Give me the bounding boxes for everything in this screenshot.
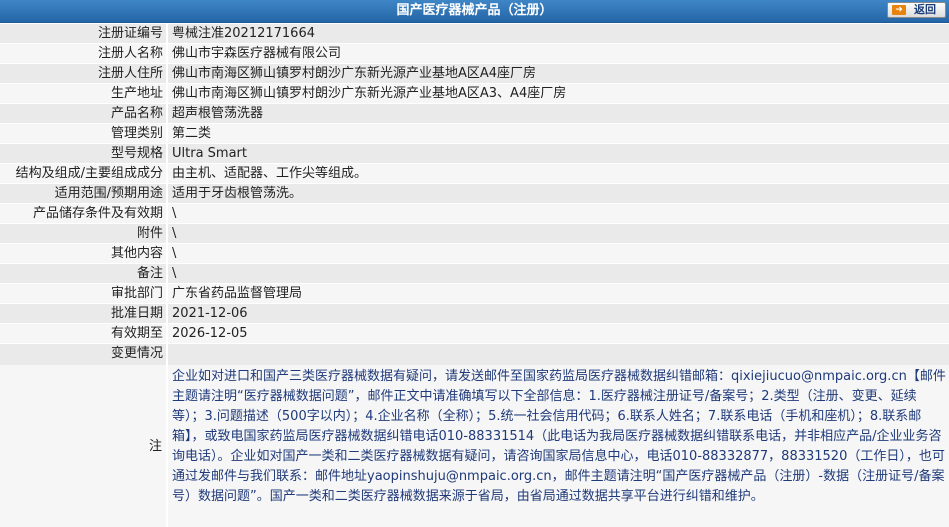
field-value: 佛山市南海区狮山镇罗村朗沙广东新光源产业基地A区A3、A4座厂房 bbox=[168, 84, 949, 103]
note-label-cell: 注 bbox=[0, 365, 166, 527]
field-label: 结构及组成/主要组成成分 bbox=[0, 164, 166, 183]
field-value: Ultra Smart bbox=[168, 144, 949, 163]
table-row: 注册人名称 佛山市宇森医疗器械有限公司 bbox=[0, 44, 949, 63]
field-value: 由主机、适配器、工作尖等组成。 bbox=[168, 164, 949, 183]
field-label: 备注 bbox=[0, 264, 166, 283]
field-value: 广东省药品监督管理局 bbox=[168, 284, 949, 303]
field-label: 注册证编号 bbox=[0, 24, 166, 43]
table-row: 注册人住所 佛山市南海区狮山镇罗村朗沙广东新光源产业基地A区A4座厂房 bbox=[0, 64, 949, 83]
field-value: 第二类 bbox=[168, 124, 949, 143]
note-text: 企业如对进口和国产三类医疗器械数据有疑问，请发送邮件至国家药监局医疗器械数据纠错… bbox=[168, 365, 949, 527]
table-row: 注册证编号 粤械注准20212171664 bbox=[0, 24, 949, 43]
table-row: 结构及组成/主要组成成分 由主机、适配器、工作尖等组成。 bbox=[0, 164, 949, 183]
field-value: 佛山市南海区狮山镇罗村朗沙广东新光源产业基地A区A4座厂房 bbox=[168, 64, 949, 83]
arrow-right-icon: ➜ bbox=[892, 5, 906, 15]
table-row: 管理类别 第二类 bbox=[0, 124, 949, 143]
field-label: 审批部门 bbox=[0, 284, 166, 303]
field-value: \ bbox=[168, 244, 949, 263]
field-value: 粤械注准20212171664 bbox=[168, 24, 949, 43]
field-value: 2021-12-06 bbox=[168, 304, 949, 323]
field-value: 适用于牙齿根管荡洗。 bbox=[168, 184, 949, 203]
page-title: 国产医疗器械产品（注册） bbox=[396, 3, 553, 18]
field-label: 批准日期 bbox=[0, 304, 166, 323]
field-label: 注册人住所 bbox=[0, 64, 166, 83]
table-row: 备注 \ bbox=[0, 264, 949, 283]
field-value: 超声根管荡洗器 bbox=[168, 104, 949, 123]
table-row: 附件 \ bbox=[0, 224, 949, 243]
field-value: \ bbox=[168, 264, 949, 283]
field-label: 有效期至 bbox=[0, 324, 166, 343]
table-row: 其他内容 \ bbox=[0, 244, 949, 263]
note-label: 注 bbox=[148, 439, 162, 454]
table-row: 型号规格 Ultra Smart bbox=[0, 144, 949, 163]
field-label: 附件 bbox=[0, 224, 166, 243]
field-value: 佛山市宇森医疗器械有限公司 bbox=[168, 44, 949, 63]
page-header: 国产医疗器械产品（注册） ➜ 返回 bbox=[0, 0, 949, 23]
table-row: 产品储存条件及有效期 \ bbox=[0, 204, 949, 223]
field-label: 产品名称 bbox=[0, 104, 166, 123]
field-value: 2026-12-05 bbox=[168, 324, 949, 343]
field-value: \ bbox=[168, 224, 949, 243]
table-row: 批准日期 2021-12-06 bbox=[0, 304, 949, 323]
field-label: 管理类别 bbox=[0, 124, 166, 143]
table-row: 生产地址 佛山市南海区狮山镇罗村朗沙广东新光源产业基地A区A3、A4座厂房 bbox=[0, 84, 949, 103]
field-label: 适用范围/预期用途 bbox=[0, 184, 166, 203]
field-label: 型号规格 bbox=[0, 144, 166, 163]
table-row: 适用范围/预期用途 适用于牙齿根管荡洗。 bbox=[0, 184, 949, 203]
back-button[interactable]: ➜ 返回 bbox=[887, 2, 946, 18]
table-row: 产品名称 超声根管荡洗器 bbox=[0, 104, 949, 123]
table-row: 审批部门 广东省药品监督管理局 bbox=[0, 284, 949, 303]
table-row: 有效期至 2026-12-05 bbox=[0, 324, 949, 343]
field-value: \ bbox=[168, 204, 949, 223]
field-label: 产品储存条件及有效期 bbox=[0, 204, 166, 223]
field-label: 注册人名称 bbox=[0, 44, 166, 63]
field-label: 生产地址 bbox=[0, 84, 166, 103]
back-button-label: 返回 bbox=[914, 3, 936, 16]
field-label: 其他内容 bbox=[0, 244, 166, 263]
